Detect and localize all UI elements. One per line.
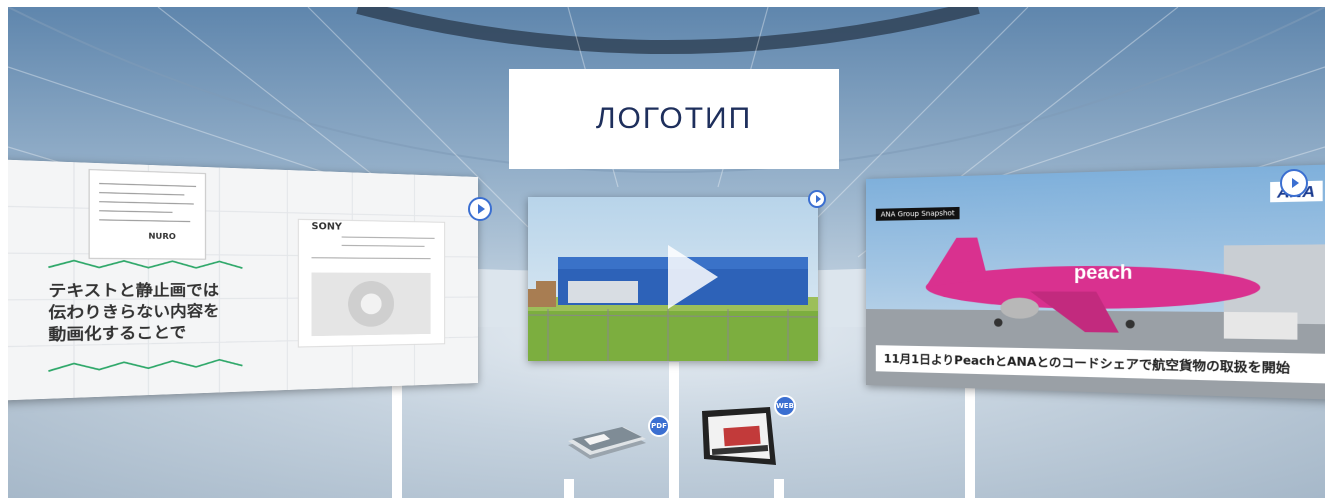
nuro-label: NURO (148, 231, 176, 242)
play-icon[interactable] (668, 245, 718, 309)
left-video-panel[interactable]: SONY NURO テキストと静止画では 伝わりきらない内容を 動画化することで (8, 159, 479, 401)
left-play-icon[interactable] (468, 197, 492, 221)
virtual-booth-scene: ЛОГОТИП SONY NURO テキストと静止画では 伝わりきらない内容を … (8, 7, 1325, 498)
caption-text: 11月1日よりPeachとANAとのコードシェアで航空貨物の取扱を開始 (883, 351, 1291, 376)
web-badge[interactable]: WEB (774, 395, 796, 417)
logo-panel: ЛОГОТИП (509, 69, 839, 169)
web-tablet[interactable]: WEB (696, 395, 796, 469)
brochure-stack-icon (568, 427, 646, 459)
right-play-icon[interactable] (1280, 169, 1308, 197)
logo-text: ЛОГОТИП (595, 102, 753, 135)
slide-text: テキストと静止画では 伝わりきらない内容を 動画化することで (48, 281, 219, 347)
sony-label: SONY (311, 221, 342, 233)
right-video-panel[interactable]: ANA Group Snapshot ANA peach 11月1日よりPeac… (866, 163, 1325, 401)
pdf-badge[interactable]: PDF (648, 415, 670, 437)
web-stand (774, 479, 784, 498)
center-panel-stand (669, 362, 679, 498)
ana-group-tag: ANA Group Snapshot (875, 206, 960, 221)
slide-line: 動画化することで (48, 324, 187, 345)
slide-line: テキストと静止画では (48, 282, 219, 301)
pdf-stand (564, 479, 574, 498)
slide-line: 伝わりきらない内容を (48, 302, 220, 323)
center-play-icon[interactable] (808, 190, 826, 208)
center-video-panel[interactable] (528, 197, 818, 361)
pdf-brochure[interactable]: PDF (564, 415, 670, 463)
tablet-icon (702, 407, 776, 465)
peach-livery: peach (1073, 261, 1133, 284)
left-panel-content (8, 159, 478, 400)
